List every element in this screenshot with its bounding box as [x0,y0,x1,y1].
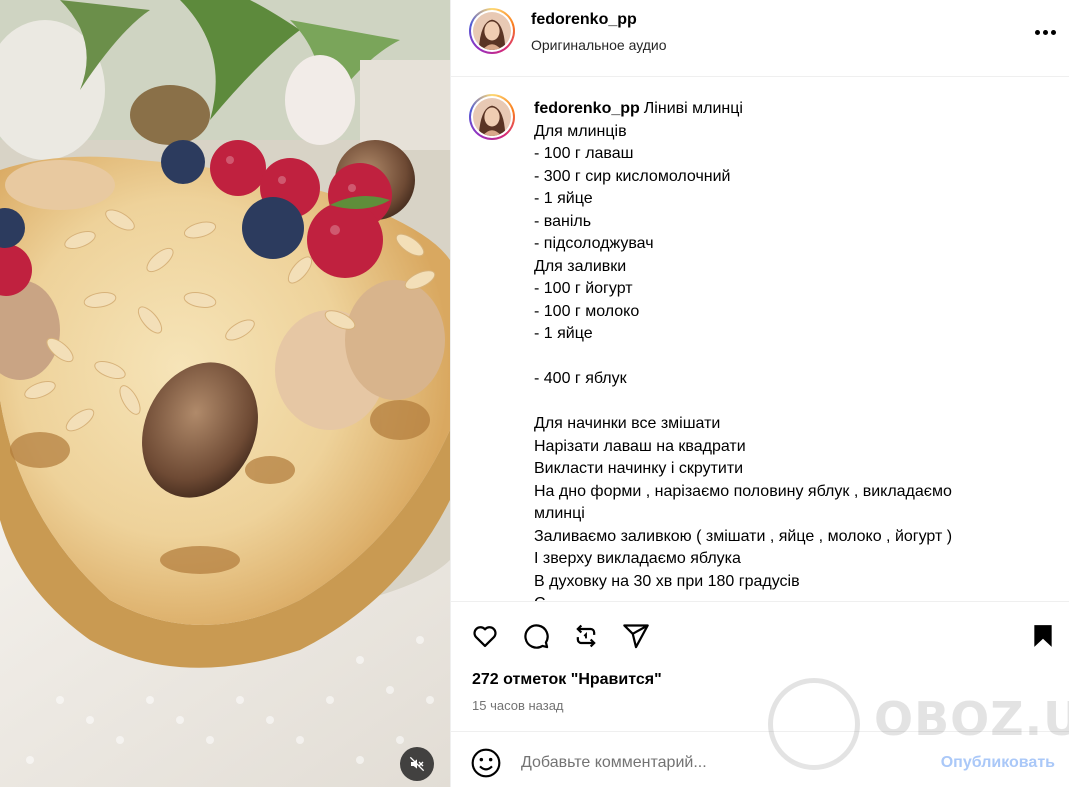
save-button[interactable] [1027,620,1059,652]
post-timestamp[interactable]: 15 часов назад [472,698,564,713]
more-options-button[interactable] [1030,22,1060,42]
food-photo [0,0,450,787]
more-icon [1034,29,1040,35]
emoji-button[interactable] [470,747,502,779]
caption-line: Для млинців [534,122,627,140]
send-icon [623,624,649,649]
caption-area[interactable]: fedorenko_pp Ліниві млинці Для млинців - … [451,78,1069,601]
caption-line: - підсолоджувач [534,235,654,252]
repost-icon [576,624,596,648]
publish-comment-button[interactable]: Опубликовать [941,754,1055,772]
caption-text: fedorenko_pp Ліниві млинці Для млинців - … [534,98,1004,601]
caption-line: Викласти начинку і скрутити [534,460,744,477]
caption-line: - 400 г яблук [534,370,627,387]
likes-count[interactable]: 272 отметок "Нравится" [472,671,662,689]
avatar[interactable] [469,8,515,54]
bookmark-icon [1034,625,1052,647]
caption-title: Ліниві млинці [643,100,743,117]
caption-line: - 300 г сир кисломолочний [534,167,731,185]
caption-line: - ваніль [534,212,592,230]
caption-line: І зверху викладаємо яблука [534,550,741,567]
profile-photo [473,12,511,50]
profile-photo [473,98,511,136]
post-media[interactable] [0,0,450,787]
caption-line: Заливаємо заливкою ( змішати , яйце , мо… [534,527,953,545]
caption-line: - 100 г лаваш [534,145,634,162]
post-sidebar: fedorenko_pp Оригинальное аудио fedorenk… [450,0,1069,787]
caption-line [534,391,1004,414]
muted-speaker-icon [409,756,425,772]
caption-avatar[interactable] [469,94,515,140]
like-button[interactable] [469,620,501,652]
caption-line: Нарізати лаваш на квадрати [534,437,746,455]
heart-icon [473,626,497,648]
caption-line: - 100 г йогурт [534,280,633,297]
comment-bar: Опубликовать [451,731,1069,787]
caption-line: Для начинки все змішати [534,415,721,432]
comment-icon [524,624,549,649]
mute-button[interactable] [400,747,434,781]
caption-line: - 1 яйце [534,190,593,207]
header-username[interactable]: fedorenko_pp [531,11,637,29]
caption-line: В духовку на 30 хв при 180 градусів [534,572,800,590]
caption-line: С [534,593,1004,601]
smiley-icon [471,748,501,778]
caption-line: - 100 г молоко [534,302,640,320]
comment-button[interactable] [520,620,552,652]
share-button[interactable] [620,620,652,652]
caption-line [534,346,1004,369]
caption-line: На дно форми , нарізаємо половину яблук … [534,482,952,523]
caption-line: - 1 яйце [534,325,593,342]
audio-label[interactable]: Оригинальное аудио [531,37,667,53]
post-header: fedorenko_pp Оригинальное аудио [451,0,1069,77]
caption-line: Для заливки [534,257,627,275]
repost-button[interactable] [570,620,602,652]
action-bar [451,602,1069,668]
caption-username[interactable]: fedorenko_pp [534,100,640,117]
comment-input[interactable] [521,750,921,776]
